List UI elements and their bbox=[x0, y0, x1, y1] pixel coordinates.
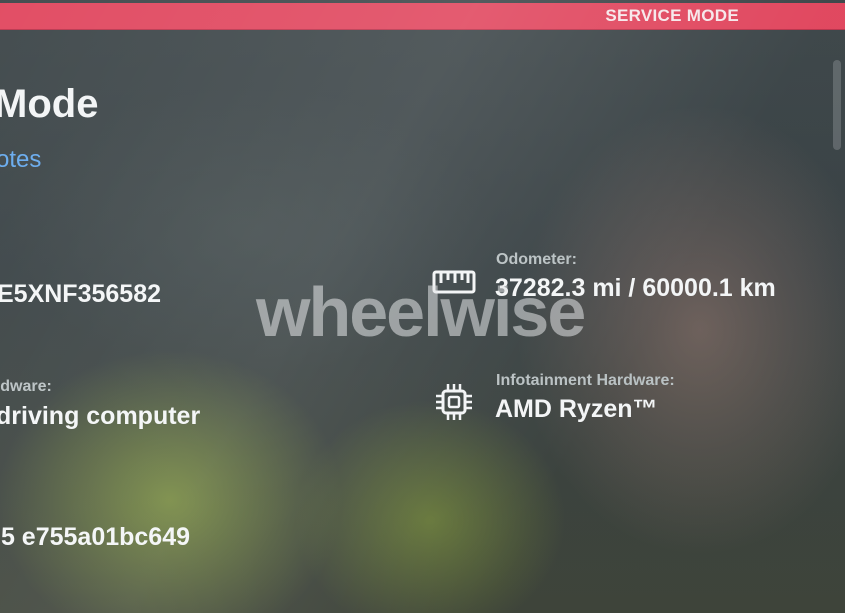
software-version-value: .5 e755a01bc649 bbox=[0, 523, 191, 551]
service-mode-label: SERVICE MODE bbox=[605, 6, 739, 25]
odometer-label: Odometer: bbox=[496, 251, 577, 268]
service-mode-banner: SERVICE MODE bbox=[0, 3, 845, 30]
chip-icon bbox=[436, 384, 472, 420]
scrollbar[interactable] bbox=[833, 60, 841, 150]
service-mode-screen: SERVICE MODE Mode otes E5XNF356582 rdwar… bbox=[0, 0, 845, 613]
watermark-logo: wheelwise bbox=[256, 273, 586, 351]
autopilot-hardware-label: rdware: bbox=[0, 378, 52, 395]
infotainment-hardware-label: Infotainment Hardware: bbox=[496, 372, 675, 389]
page-title: Mode bbox=[0, 82, 99, 126]
infotainment-hardware-value: AMD Ryzen™ bbox=[495, 395, 658, 423]
vin-value: E5XNF356582 bbox=[0, 280, 162, 308]
autopilot-hardware-value: driving computer bbox=[0, 402, 201, 430]
release-notes-link[interactable]: otes bbox=[0, 146, 41, 174]
